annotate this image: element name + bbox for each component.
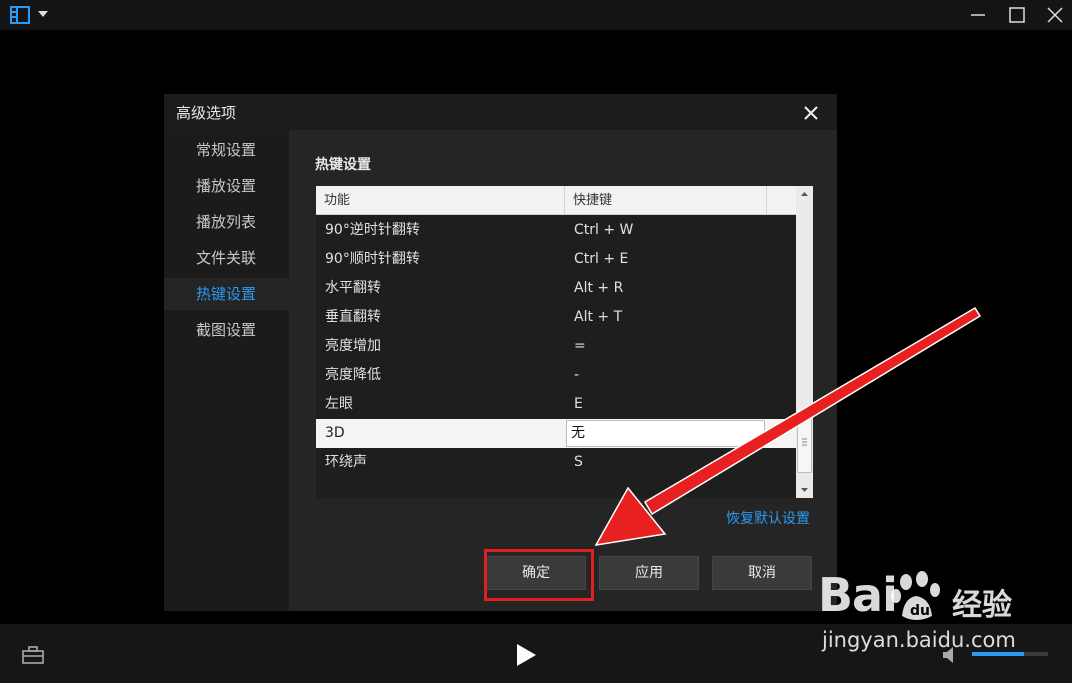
paw-logo-icon: du xyxy=(891,571,940,620)
toolbox-icon[interactable] xyxy=(22,646,44,664)
watermark-brand-suffix: 经验 xyxy=(952,588,1012,623)
svg-text:du: du xyxy=(910,603,930,619)
play-icon[interactable] xyxy=(514,642,538,668)
watermark-url: jingyan.baidu.com xyxy=(822,628,1016,652)
baidu-jingyan-watermark: Bai du 经验 jingyan.baidu.com xyxy=(818,568,1048,664)
